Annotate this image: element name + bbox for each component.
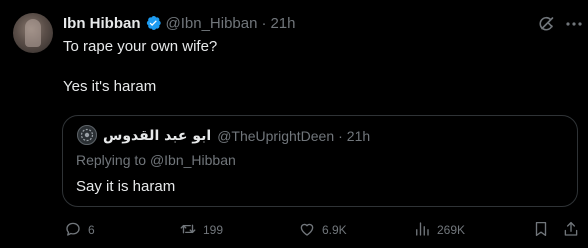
retweet-button[interactable]: 199 <box>179 218 223 242</box>
more-icon[interactable] <box>564 14 584 34</box>
replying-to-line: Replying to @Ibn_Hibban <box>76 152 236 168</box>
reply-button[interactable]: 6 <box>64 218 95 242</box>
quoted-header-separator: · <box>338 128 343 144</box>
tweet-timestamp[interactable]: 21h <box>270 15 295 32</box>
action-bar: 6 199 6.9K 269K <box>0 218 588 242</box>
quoted-tweet-text: Say it is haram <box>76 178 176 195</box>
grok-icon[interactable] <box>536 14 556 34</box>
quoted-author-avatar <box>77 125 97 145</box>
replying-to-mention[interactable]: @Ibn_Hibban <box>150 152 236 168</box>
retweet-count: 199 <box>203 223 224 237</box>
replying-to-label: Replying to <box>76 152 147 168</box>
quoted-tweet-header: ابو عبد القدوس @TheUprightDeen · 21h <box>103 125 370 147</box>
quoted-author-handle: @TheUprightDeen <box>217 128 335 144</box>
tweet-text-line: Yes it's haram <box>63 78 157 95</box>
quoted-tweet-timestamp: 21h <box>346 128 371 144</box>
author-handle[interactable]: @Ibn_Hibban <box>166 15 258 32</box>
share-icon <box>562 220 580 241</box>
like-button[interactable]: 6.9K <box>298 218 347 242</box>
reply-count: 6 <box>88 223 95 237</box>
views-icon <box>413 220 431 241</box>
quoted-author-display-name: ابو عبد القدوس <box>103 128 212 144</box>
author-avatar[interactable] <box>13 13 53 53</box>
reply-icon <box>64 220 82 241</box>
quoted-tweet[interactable]: ابو عبد القدوس @TheUprightDeen · 21h Rep… <box>62 115 578 207</box>
bookmark-button[interactable] <box>532 218 550 242</box>
bookmark-icon <box>532 220 550 241</box>
share-button[interactable] <box>562 218 580 242</box>
author-display-name[interactable]: Ibn Hibban <box>63 15 141 32</box>
verified-badge-icon[interactable] <box>144 14 162 32</box>
tweet-text-line: To rape your own wife? <box>63 38 218 55</box>
tweet-header: Ibn Hibban @Ibn_Hibban · 21h <box>63 12 296 34</box>
retweet-icon <box>179 220 197 241</box>
header-separator: · <box>261 14 267 32</box>
like-icon <box>298 220 316 241</box>
tweet[interactable]: Ibn Hibban @Ibn_Hibban · 21h To rape you… <box>0 0 588 248</box>
views-button[interactable]: 269K <box>413 218 465 242</box>
views-count: 269K <box>437 223 466 237</box>
like-count: 6.9K <box>322 223 347 237</box>
